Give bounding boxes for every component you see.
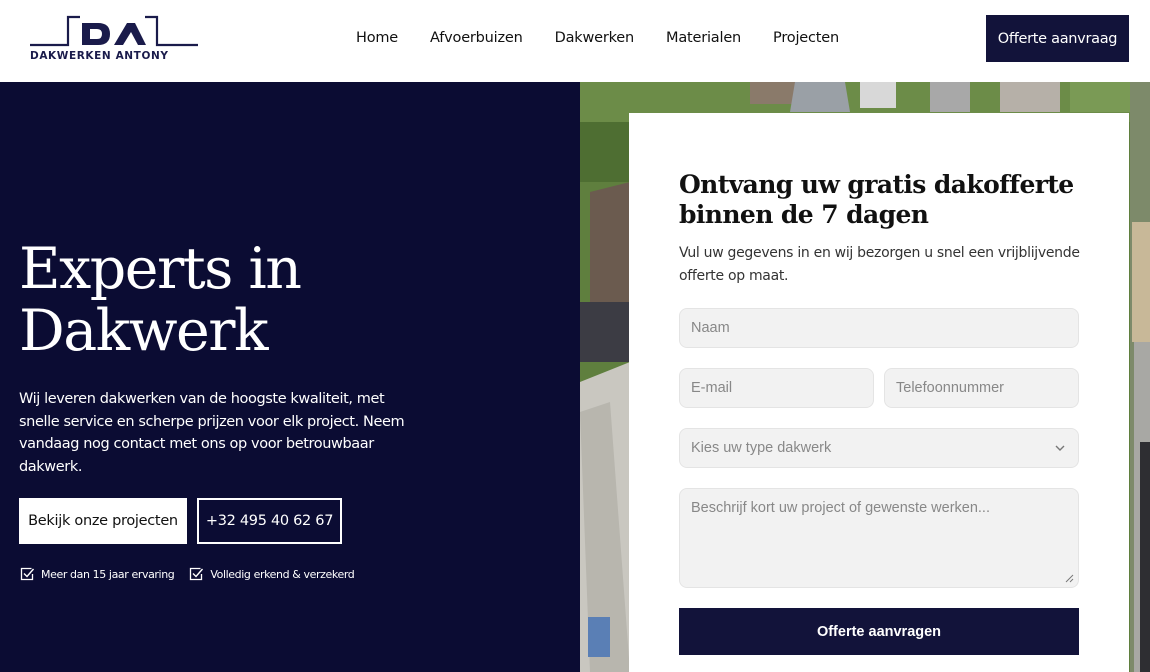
resize-grip-icon[interactable] [1065,574,1074,583]
project-description-placeholder: Beschrijf kort uw project of gewenste we… [691,500,990,516]
form-title: Ontvang uw gratis dakofferte binnen de 7… [679,170,1074,229]
email-placeholder: E-mail [691,380,733,396]
submit-quote-button[interactable]: Offerte aanvragen [679,608,1079,655]
trust-badge-label: Volledig erkend & verzekerd [210,567,355,581]
view-projects-button[interactable]: Bekijk onze projecten [19,498,187,544]
chevron-down-icon [1055,445,1065,451]
project-description-textarea[interactable]: Beschrijf kort uw project of gewenste we… [679,488,1079,588]
check-square-icon [20,567,35,581]
name-placeholder: Naam [691,320,730,336]
logo-mark [30,15,198,47]
quote-request-button[interactable]: Offerte aanvraag [986,15,1129,62]
logo[interactable]: DAKWERKEN ANTONY [30,14,200,64]
nav-item-home[interactable]: Home [356,29,398,47]
main-nav: Home Afvoerbuizen Dakwerken Materialen P… [356,29,839,47]
nav-item-afvoerbuizen[interactable]: Afvoerbuizen [430,29,523,47]
check-square-icon [190,567,204,581]
email-field[interactable]: E-mail [679,368,874,408]
nav-item-materialen[interactable]: Materialen [666,29,741,47]
nav-item-projecten[interactable]: Projecten [773,29,839,47]
hero-description: Wij leveren dakwerken van de hoogste kwa… [19,391,405,475]
quote-form: Ontvang uw gratis dakofferte binnen de 7… [629,113,1129,672]
trust-badge-experience: Meer dan 15 jaar ervaring [19,566,175,582]
roof-type-select[interactable]: Kies uw type dakwerk [679,428,1079,468]
logo-text: DAKWERKEN ANTONY [30,50,169,62]
trust-badges: Meer dan 15 jaar ervaring Volledig erken… [19,566,355,582]
phone-field[interactable]: Telefoonnummer [884,368,1079,408]
phone-placeholder: Telefoonnummer [896,380,1004,396]
trust-badge-label: Meer dan 15 jaar ervaring [41,567,175,581]
nav-item-dakwerken[interactable]: Dakwerken [555,29,635,47]
site-header: DAKWERKEN ANTONY Home Afvoerbuizen Dakwe… [0,0,1150,82]
name-field[interactable]: Naam [679,308,1079,348]
trust-badge-insured: Volledig erkend & verzekerd [188,566,355,582]
phone-button[interactable]: +32 495 40 62 67 [197,498,342,544]
form-subtitle: Vul uw gegevens in en wij bezorgen u sne… [679,245,1080,284]
hero-section: Experts in Dakwerk Wij leveren dakwerken… [0,82,580,672]
hero-title: Experts in Dakwerk [19,236,302,364]
roof-type-placeholder: Kies uw type dakwerk [691,440,832,456]
